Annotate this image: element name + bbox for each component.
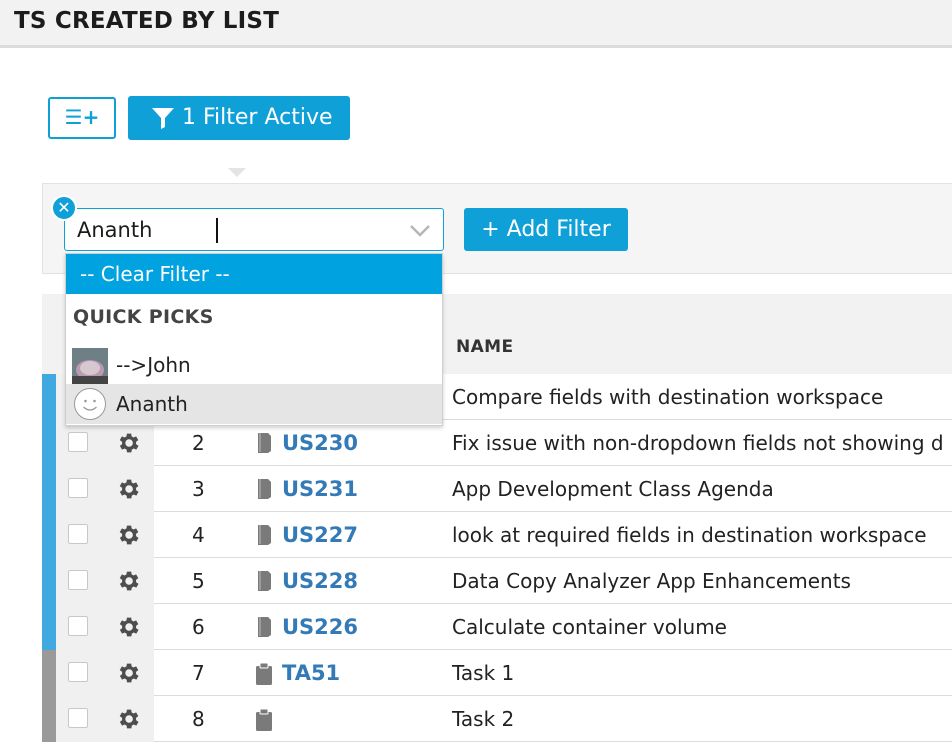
name-cell[interactable]: App Development Class Agenda [452,477,774,501]
rank-cell: 4 [192,523,205,547]
owner-filter-input[interactable]: Ananth [77,218,152,242]
smiley-icon [74,388,106,420]
gear-icon[interactable] [115,706,141,736]
type-stripe [42,374,56,420]
name-cell[interactable]: Compare fields with destination workspac… [452,385,883,409]
filter-toggle-button[interactable]: 1 Filter Active [128,96,350,140]
formatted-id-link[interactable]: US228 [282,569,358,593]
row-checkbox[interactable] [68,570,88,590]
filter-funnel-icon [152,108,174,129]
row-checkbox[interactable] [68,432,88,452]
gear-icon[interactable] [115,660,141,690]
option-label: Ananth [116,392,188,416]
gear-icon[interactable] [115,614,141,644]
filter-button-label: 1 Filter Active [182,105,333,130]
row-checkbox[interactable] [68,708,88,728]
row-checkbox[interactable] [68,524,88,544]
formatted-id-link[interactable]: TA51 [282,661,340,685]
table-row[interactable]: 6 US226 Calculate container volume [42,604,952,650]
task-icon [255,708,273,736]
rank-cell: 3 [192,477,205,501]
type-stripe [42,604,56,650]
rank-cell: 5 [192,569,205,593]
option-label: -->John [116,353,191,377]
user-story-icon [255,616,273,642]
formatted-id-link[interactable]: US226 [282,615,358,639]
name-cell[interactable]: Task 2 [452,707,514,731]
table-row[interactable]: 3 US231 App Development Class Agenda [42,466,952,512]
type-stripe [42,558,56,604]
text-cursor [216,218,218,243]
rank-cell: 2 [192,431,205,455]
gear-icon[interactable] [115,522,141,552]
list-options-button[interactable]: ☰+ [48,97,116,139]
clear-filter-option[interactable]: -- Clear Filter -- [66,254,442,294]
row-checkbox[interactable] [68,616,88,636]
formatted-id-link[interactable]: US227 [282,523,358,547]
name-cell[interactable]: Task 1 [452,661,514,685]
user-story-icon [255,478,273,504]
rank-cell: 7 [192,661,205,685]
row-checkbox[interactable] [68,662,88,682]
user-story-icon [255,570,273,596]
table-row[interactable]: 8 Task 2 [42,696,952,742]
page-title: TS CREATED BY LIST [14,8,280,34]
formatted-id-link[interactable]: US230 [282,431,358,455]
user-story-icon [255,524,273,550]
dropdown-option-john[interactable]: -->John [66,345,442,385]
name-cell[interactable]: Data Copy Analyzer App Enhancements [452,569,851,593]
formatted-id-link[interactable]: US231 [282,477,358,501]
column-header-name[interactable]: NAME [456,337,514,357]
panel-pointer [228,168,246,177]
rank-cell: 8 [192,707,205,731]
avatar [72,348,108,384]
type-stripe [42,512,56,558]
type-stripe [42,420,56,466]
table-row[interactable]: 7 TA51 Task 1 [42,650,952,696]
row-checkbox[interactable] [68,478,88,498]
owner-filter-select[interactable]: Ananth [64,208,444,251]
type-stripe [42,696,56,742]
name-cell[interactable]: Calculate container volume [452,615,727,639]
task-icon [255,662,273,690]
page-header: TS CREATED BY LIST [0,0,952,48]
name-cell[interactable]: look at required fields in destination w… [452,523,927,547]
table-row[interactable]: 2 US230 Fix issue with non-dropdown fields… [42,420,952,466]
remove-filter-icon[interactable]: ✕ [51,195,77,221]
owner-dropdown-list: -- Clear Filter -- QUICK PICKS -->John A… [65,253,443,426]
quick-picks-header: QUICK PICKS [73,306,214,328]
table-row[interactable]: 5 US228 Data Copy Analyzer App Enhancement… [42,558,952,604]
gear-icon[interactable] [115,430,141,460]
gear-icon[interactable] [115,568,141,598]
type-stripe [42,650,56,696]
user-story-icon [255,432,273,458]
dropdown-option-ananth[interactable]: Ananth [66,384,442,424]
gear-icon[interactable] [115,476,141,506]
add-filter-button[interactable]: + Add Filter [464,208,628,251]
rank-cell: 6 [192,615,205,639]
chevron-down-icon[interactable] [409,224,431,238]
name-cell[interactable]: Fix issue with non-dropdown fields not s… [452,431,944,455]
table-row[interactable]: 4 US227 look at required fields in destina… [42,512,952,558]
type-stripe [42,466,56,512]
